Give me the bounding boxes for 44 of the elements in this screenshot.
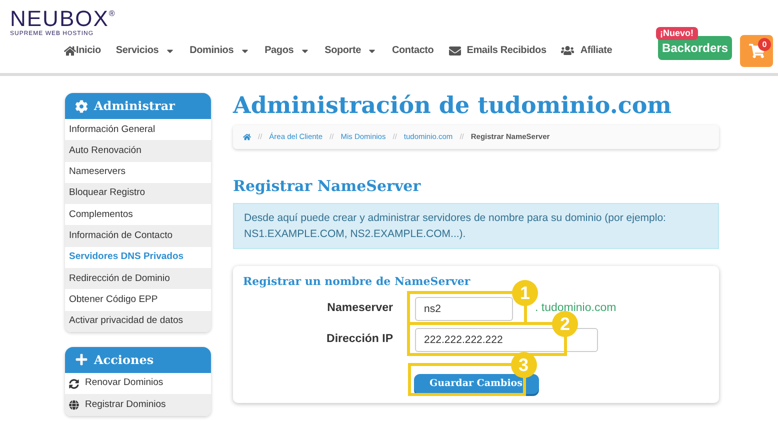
form-title: Registrar un nombre de NameServer (243, 274, 472, 290)
new-badge: ¡Nuevo! (656, 27, 698, 40)
settings-icon (75, 100, 88, 112)
save-button[interactable]: Guardar Cambios (414, 374, 538, 394)
input-field[interactable]: ns2 (415, 297, 513, 321)
sidebar-link[interactable]: Servidores DNS Privados (65, 246, 211, 268)
refresh-icon (69, 378, 79, 389)
plus-icon (75, 353, 88, 366)
sidebar-link[interactable]: Información de Contacto (65, 225, 211, 247)
sidebar-link[interactable]: Auto Renovación (65, 140, 211, 162)
nav-link[interactable]: Soporte (324, 43, 377, 58)
sidebar-link[interactable]: Registrar Dominios (65, 394, 211, 416)
home-icon[interactable] (243, 133, 251, 141)
home-icon (64, 44, 76, 56)
page-title: Administración de tudominio.com (233, 91, 673, 121)
users-icon (561, 44, 574, 57)
sidebar-link[interactable]: Información General (65, 119, 211, 140)
section-title: Registrar NameServer (233, 176, 422, 197)
trademark-sign: ® (108, 8, 115, 20)
panel-title: Acciones (94, 352, 154, 369)
nav-link[interactable]: Inicio (64, 43, 101, 58)
sidebar-link[interactable]: Obtener Código EPP (65, 289, 211, 311)
nav-link[interactable]: Dominios (190, 43, 250, 58)
nav-link[interactable]: Contacto (392, 43, 434, 58)
nav-link[interactable]: Pagos (264, 43, 310, 58)
field-label: Nameserver (326, 300, 393, 316)
sidebar-link[interactable]: Redirección de Dominio (65, 268, 211, 290)
nav-link[interactable]: Servicios (116, 43, 175, 58)
nav-link[interactable]: Afíliate (561, 43, 612, 58)
sidebar-link[interactable]: Activar privacidad de datos (65, 310, 211, 332)
envelope-icon (448, 44, 461, 56)
step-number: 2 (552, 311, 578, 337)
field-label: Dirección IP (326, 332, 393, 347)
sidebar-link[interactable]: Complementos (65, 204, 211, 226)
globe-icon (69, 400, 79, 410)
logo-wordmark[interactable]: NEUBOX (10, 8, 109, 30)
sidebar-link[interactable]: Renovar Dominios (65, 372, 211, 394)
cart-button[interactable] (740, 35, 773, 67)
panel-title: Administrar (94, 98, 175, 115)
step-number: 1 (512, 280, 538, 306)
nav-link[interactable]: Emails Recibidos (448, 43, 546, 58)
info-alert: Desde aquí puede crear y administrar servidores de nombre para su dominio (por ejemplo: NS1.EXAMPLE.COM, NS2.EXAMPLE.COM...). (233, 202, 719, 248)
sidebar-link[interactable]: Nameservers (65, 162, 211, 183)
sidebar-link[interactable]: Bloquear Registro (65, 182, 211, 204)
